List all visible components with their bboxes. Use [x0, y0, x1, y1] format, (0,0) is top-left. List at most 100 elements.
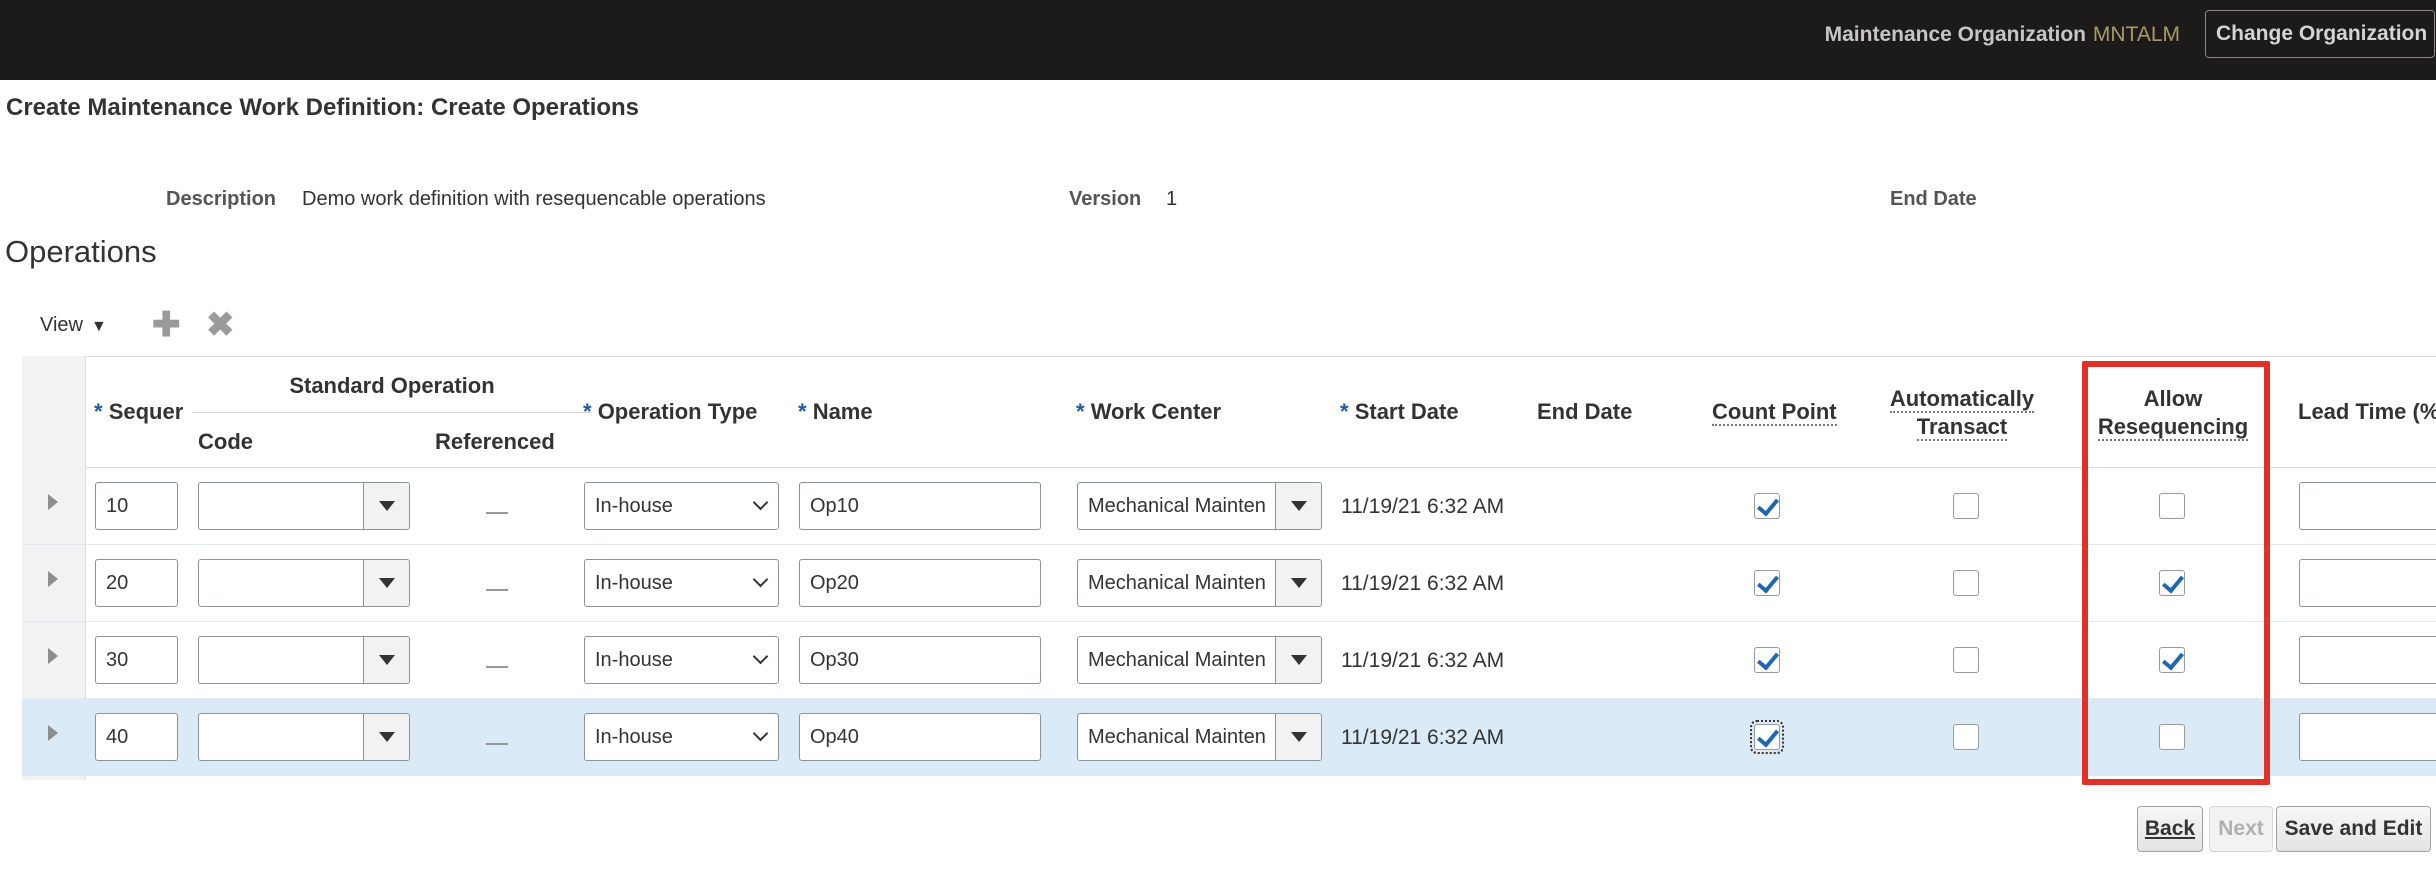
operation-type-value: In-house	[595, 495, 673, 517]
column-header-referenced[interactable]: Referenced	[435, 429, 555, 455]
count-point-checkbox[interactable]	[1754, 570, 1780, 596]
row-expand-icon[interactable]	[48, 494, 58, 510]
operation-type-select[interactable]: In-house	[584, 559, 779, 607]
start-date-value: 11/19/21 6:32 AM	[1341, 726, 1505, 749]
table-row[interactable]: 40 In-house Op40 Mechanical Mainten 11/19/21…	[22, 699, 2436, 776]
dropdown-arrow-icon[interactable]	[363, 637, 409, 683]
maintenance-org-label: Maintenance Organization	[1824, 23, 2086, 46]
lead-time-input[interactable]	[2299, 559, 2436, 607]
column-header-code[interactable]: Code	[198, 429, 253, 455]
row-expand-icon[interactable]	[48, 648, 58, 664]
automatically-transact-checkbox[interactable]	[1953, 570, 1979, 596]
description-label: Description	[166, 188, 277, 210]
maintenance-org-value: MNTALM	[2092, 23, 2180, 46]
column-header-work-center[interactable]: * Work Center	[1076, 399, 1221, 425]
automatically-transact-checkbox[interactable]	[1953, 724, 1979, 750]
referenced-empty-indicator	[486, 589, 508, 591]
referenced-empty-indicator	[486, 512, 508, 514]
version-label: Version	[1069, 188, 1142, 210]
count-point-checkbox[interactable]	[1754, 493, 1780, 519]
dropdown-arrow-icon[interactable]	[1275, 483, 1321, 529]
automatically-transact-checkbox[interactable]	[1953, 647, 1979, 673]
chevron-down-icon	[752, 571, 769, 588]
operation-type-value: In-house	[595, 726, 673, 748]
column-header-count-point[interactable]: Count Point	[1712, 399, 1837, 426]
view-menu[interactable]: View ▼	[40, 314, 107, 337]
chevron-down-icon	[752, 648, 769, 665]
save-and-edit-button[interactable]: Save and Edit	[2276, 806, 2431, 852]
sequence-input[interactable]: 30	[95, 636, 178, 684]
back-button[interactable]: Back	[2137, 806, 2203, 852]
operations-table: * Sequer Standard Operation Code Referen…	[22, 356, 2436, 780]
column-group-standard-operation: Standard Operation	[289, 373, 495, 398]
table-header: * Sequer Standard Operation Code Referen…	[22, 356, 2436, 468]
allow-resequencing-highlight	[2082, 361, 2270, 785]
column-header-end-date[interactable]: End Date	[1537, 399, 1632, 425]
work-center-value: Mechanical Mainten	[1088, 572, 1266, 594]
standard-operation-code-combo[interactable]	[198, 713, 410, 761]
start-date-value: 11/19/21 6:32 AM	[1341, 572, 1505, 595]
dropdown-arrow-icon[interactable]	[363, 560, 409, 606]
end-date-label: End Date	[1890, 188, 1977, 210]
count-point-checkbox[interactable]	[1750, 720, 1784, 754]
column-header-automatically-transact[interactable]: Automatically Transact	[1882, 385, 2042, 441]
x-icon[interactable]: ✖	[206, 308, 235, 342]
automatically-transact-checkbox[interactable]	[1953, 493, 1979, 519]
column-header-start-date[interactable]: * Start Date	[1340, 399, 1459, 425]
dropdown-arrow-icon[interactable]	[1275, 714, 1321, 760]
name-input[interactable]: Op20	[799, 559, 1041, 607]
change-organization-button[interactable]: Change Organization	[2205, 10, 2435, 58]
dropdown-arrow-icon[interactable]	[1275, 560, 1321, 606]
dropdown-arrow-icon[interactable]	[363, 483, 409, 529]
column-header-name[interactable]: * Name	[798, 399, 873, 425]
row-expand-icon[interactable]	[48, 571, 58, 587]
name-input[interactable]: Op40	[799, 713, 1041, 761]
table-row[interactable]: 20 In-house Op20 Mechanical Mainten 11/19/21…	[22, 545, 2436, 622]
dropdown-arrow-icon[interactable]	[1275, 637, 1321, 683]
work-center-combo[interactable]: Mechanical Mainten	[1077, 482, 1322, 530]
work-center-value: Mechanical Mainten	[1088, 649, 1266, 671]
column-header-sequence[interactable]: * Sequer	[94, 399, 183, 425]
sequence-input[interactable]: 40	[95, 713, 178, 761]
operations-section-title: Operations	[5, 234, 157, 269]
column-header-lead-time[interactable]: Lead Time (%	[2298, 399, 2436, 425]
description-value: Demo work definition with resequencable …	[302, 188, 766, 210]
caret-down-icon: ▼	[91, 318, 107, 335]
work-center-combo[interactable]: Mechanical Mainten	[1077, 713, 1322, 761]
page-title: Create Maintenance Work Definition: Crea…	[6, 94, 640, 121]
view-menu-label: View	[40, 314, 83, 336]
lead-time-input[interactable]	[2299, 636, 2436, 684]
standard-operation-code-combo[interactable]	[198, 636, 410, 684]
work-center-value: Mechanical Mainten	[1088, 495, 1266, 517]
operation-type-select[interactable]: In-house	[584, 636, 779, 684]
name-input[interactable]: Op10	[799, 482, 1041, 530]
column-header-operation-type[interactable]: * Operation Type	[583, 399, 757, 425]
work-center-value: Mechanical Mainten	[1088, 726, 1266, 748]
chevron-down-icon	[752, 725, 769, 742]
start-date-value: 11/19/21 6:32 AM	[1341, 495, 1505, 518]
plus-icon[interactable]: ✚	[152, 308, 181, 342]
version-value: 1	[1166, 188, 1178, 210]
sequence-input[interactable]: 20	[95, 559, 178, 607]
operation-type-select[interactable]: In-house	[584, 713, 779, 761]
lead-time-input[interactable]	[2299, 482, 2436, 530]
table-row[interactable]: 10 In-house Op10 Mechanical Mainten 11/19/21…	[22, 468, 2436, 545]
count-point-checkbox[interactable]	[1754, 647, 1780, 673]
sequence-input[interactable]: 10	[95, 482, 178, 530]
name-input[interactable]: Op30	[799, 636, 1041, 684]
dropdown-arrow-icon[interactable]	[363, 714, 409, 760]
lead-time-input[interactable]	[2299, 713, 2436, 761]
work-center-combo[interactable]: Mechanical Mainten	[1077, 636, 1322, 684]
row-expand-icon[interactable]	[48, 725, 58, 741]
start-date-value: 11/19/21 6:32 AM	[1341, 649, 1505, 672]
standard-operation-code-combo[interactable]	[198, 482, 410, 530]
work-center-combo[interactable]: Mechanical Mainten	[1077, 559, 1322, 607]
chevron-down-icon	[752, 494, 769, 511]
table-row[interactable]: 30 In-house Op30 Mechanical Mainten 11/19/21…	[22, 622, 2436, 699]
operation-type-value: In-house	[595, 572, 673, 594]
next-button[interactable]: Next	[2209, 806, 2273, 852]
standard-operation-code-combo[interactable]	[198, 559, 410, 607]
operation-type-select[interactable]: In-house	[584, 482, 779, 530]
group-divider	[192, 412, 592, 413]
referenced-empty-indicator	[486, 743, 508, 745]
